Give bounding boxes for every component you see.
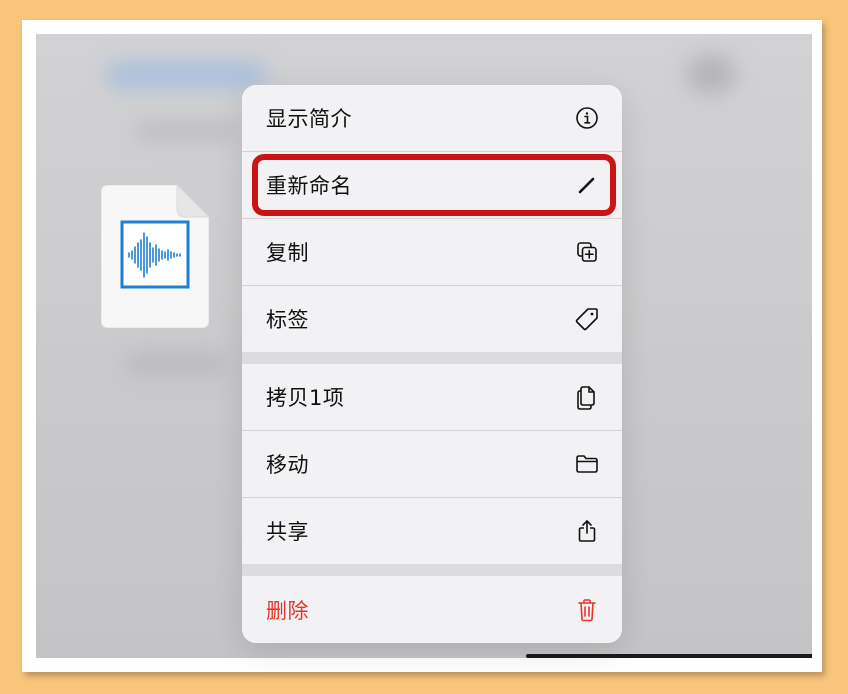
menu-item-label: 标签 xyxy=(266,308,309,332)
menu-item-duplicate[interactable]: 复制 xyxy=(242,219,622,285)
menu-item-delete[interactable]: 删除 xyxy=(242,576,622,643)
blurred-filename xyxy=(126,354,226,374)
copy-document-icon xyxy=(574,384,600,410)
menu-item-label: 共享 xyxy=(266,520,309,544)
home-indicator xyxy=(526,654,812,658)
info-circle-icon xyxy=(574,105,600,131)
menu-item-get-info[interactable]: 显示简介 xyxy=(242,85,622,151)
menu-item-copy[interactable]: 拷贝1项 xyxy=(242,364,622,430)
duplicate-icon xyxy=(574,239,600,265)
pencil-icon xyxy=(574,172,600,198)
context-menu: 显示简介 重新命名 复制 标签 拷贝1项 移动 共享 删除 xyxy=(242,85,622,643)
menu-item-label: 显示简介 xyxy=(266,107,352,131)
folder-icon xyxy=(574,451,600,477)
blurred-subtitle xyxy=(136,124,236,138)
trash-icon xyxy=(574,597,600,623)
menu-item-label: 重新命名 xyxy=(266,174,352,198)
menu-item-label: 复制 xyxy=(266,241,309,265)
menu-group-divider xyxy=(242,352,622,364)
tag-icon xyxy=(574,306,600,332)
audio-waveform-file-icon xyxy=(101,185,209,328)
menu-item-move[interactable]: 移动 xyxy=(242,431,622,497)
blurred-avatar xyxy=(686,54,736,94)
menu-item-label: 删除 xyxy=(266,598,309,623)
share-icon xyxy=(574,518,600,544)
menu-item-share[interactable]: 共享 xyxy=(242,498,622,564)
menu-group-divider xyxy=(242,564,622,576)
menu-item-rename[interactable]: 重新命名 xyxy=(242,152,622,218)
menu-item-label: 拷贝1项 xyxy=(266,386,345,410)
menu-item-label: 移动 xyxy=(266,453,309,477)
menu-item-tags[interactable]: 标签 xyxy=(242,286,622,352)
